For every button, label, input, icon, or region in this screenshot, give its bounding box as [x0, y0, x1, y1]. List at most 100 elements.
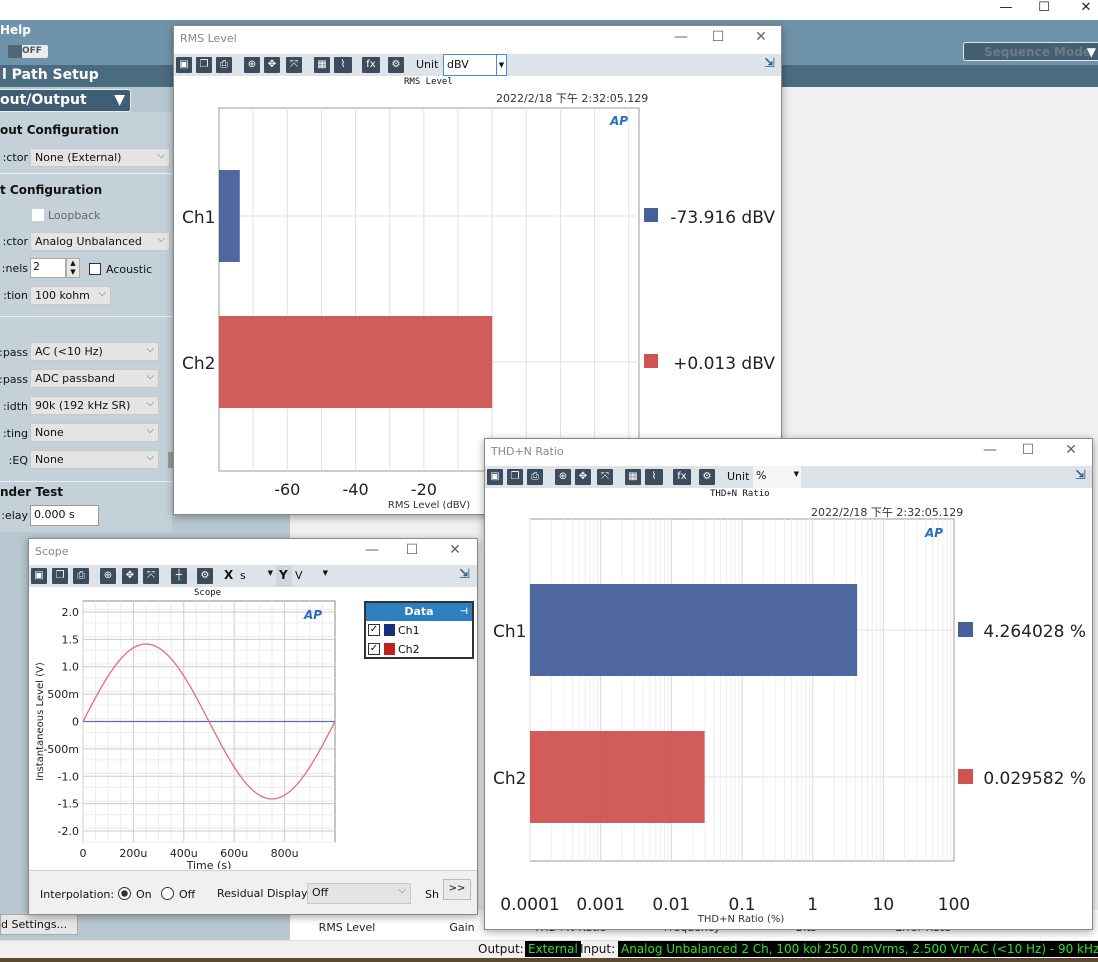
close-button[interactable]: ✕ [1076, 0, 1096, 15]
loopback-checkbox[interactable] [32, 209, 44, 221]
expand-button[interactable]: >> [443, 879, 471, 900]
x-tick-label: 200u [119, 847, 147, 860]
bar-ch2 [530, 731, 705, 823]
interp-off-radio[interactable] [161, 887, 174, 900]
weighting-label: ting: [2, 427, 28, 440]
select-value: None (External) [35, 151, 122, 164]
delay-label: elay: [1, 509, 28, 522]
bandwidth-select[interactable]: 90k (192 kHz SR) ⌵ [30, 396, 159, 415]
channels-value: 2 [33, 260, 40, 273]
show-label: Sh [425, 888, 439, 901]
checkbox-checked-icon[interactable]: ✓ [368, 643, 380, 655]
scope-chart: 2.01.51.0500m0-500m-1.0-1.5-2.00 200u 400u… [35, 600, 336, 869]
interp-on-label: On [136, 888, 152, 901]
tick-label: 0.001 [576, 895, 625, 915]
status-filter-value[interactable]: AC (<10 Hz) - 90 kHz [969, 941, 1098, 957]
chevron-down-icon: ⌵ [146, 425, 154, 436]
termination-select[interactable]: 100 kohm ⌵ [30, 286, 111, 305]
loopback-label: Loopback [48, 209, 101, 222]
legend-swatch [644, 208, 658, 222]
x-tick-label: 0 [80, 847, 87, 860]
tick-label: 1 [807, 895, 818, 915]
value-label: +0.013 dBV [673, 354, 775, 374]
chevron-down-icon: ⌵ [146, 344, 154, 355]
legend-title: Data [404, 605, 434, 618]
dut-title: nder Test [0, 485, 63, 499]
chevron-down-icon: ⌵ [157, 150, 165, 161]
output-connector-select[interactable]: None (External) ⌵ [30, 148, 170, 167]
y-tick-label: -1.5 [58, 798, 79, 811]
termination-label: tion: [3, 289, 28, 302]
value-label: 4.264028 % [983, 622, 1086, 642]
x-axis-label: Time (s) [186, 859, 232, 869]
y-tick-label: 2.0 [62, 606, 80, 619]
interp-off-label: Off [179, 888, 196, 901]
legend-swatch [958, 769, 973, 784]
thd-n-ratio-window: THD+N Ratio — ☐ ✕ Unit % ▼ ⇲ ▣ ❐ ⎙ ⊕ ✥ ⤧ ▦ ⌇ fx ⚙ … [484, 438, 1093, 930]
category-label: Ch1 [182, 208, 215, 228]
input-connector-select[interactable]: Analog Unbalanced ⌵ [30, 232, 170, 251]
panel-dropdown[interactable]: out/Output ▼ [0, 89, 131, 112]
chevron-down-icon: ⌵ [146, 452, 154, 463]
divider [0, 481, 172, 482]
minimize-button[interactable]: — [996, 0, 1016, 15]
interpolation-label: Interpolation: [40, 888, 115, 901]
interp-on-radio[interactable] [118, 887, 131, 900]
weighting-select[interactable]: None ⌵ [30, 423, 159, 442]
channels-spinner[interactable]: ▲ ▼ [66, 258, 80, 278]
highpass-label: pass: [0, 346, 28, 359]
y-tick-label: 500m [47, 688, 79, 701]
checkbox-checked-icon[interactable]: ✓ [368, 624, 380, 636]
category-label: Ch1 [493, 622, 526, 642]
select-value: Analog Unbalanced [35, 235, 142, 248]
residual-select[interactable]: Off ⌵ [307, 883, 411, 904]
sequence-mode-dropdown[interactable]: Sequence Mode ▼ [963, 42, 1098, 61]
x-axis-label: THD+N Ratio (%) [697, 914, 785, 925]
maximize-button[interactable]: ☐ [1034, 0, 1054, 15]
lowpass-select[interactable]: ADC passband ⌵ [30, 369, 159, 388]
advanced-settings-label: d Settings... [1, 918, 68, 931]
toggle-label: OFF [22, 46, 42, 56]
y-tick-label: -1.0 [58, 770, 79, 783]
residual-label: Residual Display: [217, 887, 311, 900]
generator-toggle[interactable]: OFF [8, 45, 48, 58]
chevron-down-icon: ⌵ [157, 234, 165, 245]
ch2-color-swatch [384, 643, 395, 655]
acoustic-checkbox[interactable] [89, 263, 101, 275]
advanced-settings-button[interactable]: d Settings... [0, 914, 78, 935]
status-range-value[interactable]: 250.0 mVrms, 2.500 Vrms [821, 941, 985, 957]
y-tick-label: 1.5 [62, 633, 80, 646]
channels-input[interactable]: 2 [30, 258, 66, 278]
tick-label: -20 [411, 480, 437, 499]
legend-item[interactable]: ✓ Ch2 [366, 640, 472, 659]
bandwidth-label: idth: [2, 400, 28, 413]
tab-rms-level[interactable]: RMS Level [297, 921, 397, 934]
ap-logo: AP [924, 526, 943, 540]
select-value: AC (<10 Hz) [35, 345, 103, 358]
status-output-label: Output: [478, 942, 524, 956]
status-output-value[interactable]: External [525, 941, 581, 957]
highpass-select[interactable]: AC (<10 Hz) ⌵ [30, 342, 159, 361]
legend-item[interactable]: ✓ Ch1 [366, 621, 472, 640]
tick-label: 100 [938, 895, 970, 915]
y-tick-label: 0 [72, 716, 79, 729]
select-value: 90k (192 kHz SR) [35, 399, 131, 412]
pin-icon[interactable]: ⊣ [460, 603, 468, 621]
output-connector-label: ctor: [2, 151, 28, 164]
channels-label: nels: [1, 262, 28, 275]
tick-label: 10 [873, 895, 895, 915]
eq-select[interactable]: None ⌵ [30, 450, 159, 469]
legend-label: Ch2 [398, 643, 420, 656]
status-input-value[interactable]: Analog Unbalanced 2 Ch, 100 kohm [618, 941, 840, 957]
bar-ch2 [219, 316, 493, 408]
menu-help[interactable]: Help [0, 23, 31, 37]
bar-ch1 [530, 584, 858, 676]
eq-label: EQ: [8, 454, 28, 467]
title-bar: — ☐ ✕ [0, 0, 1098, 20]
chevron-down-icon: ▼ [114, 92, 125, 108]
thd-n-ratio-chart: Ch1 4.264028 % Ch2 0.029582 % 0.0001 0.001 0.0… [493, 518, 1086, 925]
legend-header: Data ⊣ [366, 603, 472, 621]
delay-input[interactable]: 0.000 s [30, 505, 99, 526]
chevron-down-icon: ⌵ [146, 371, 154, 382]
status-input-label: Input: [580, 942, 616, 956]
